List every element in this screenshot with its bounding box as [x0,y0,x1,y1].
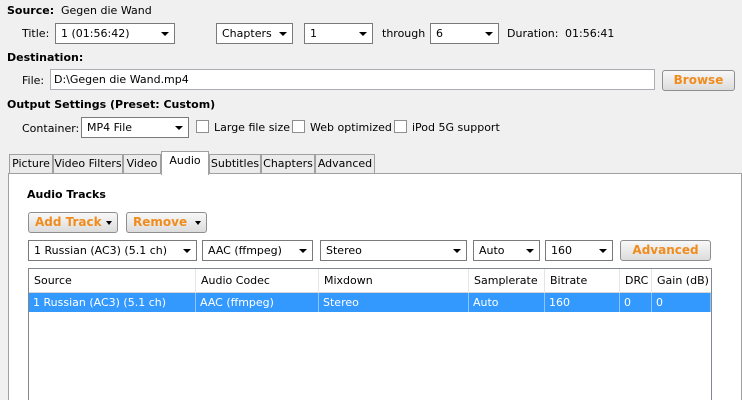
container-select[interactable]: MP4 File [81,117,189,138]
chevron-down-icon [195,221,201,225]
browse-button[interactable]: Browse [662,70,735,91]
audio-tracks-table[interactable]: Source Audio Codec Mixdown Samplerate Bi… [28,268,712,400]
cell-samplerate: Auto [469,293,545,312]
cell-bitrate: 160 [545,293,620,312]
chevron-down-icon [183,249,191,253]
cell-gain: 0 [652,293,711,312]
source-name: Gegen die Wand [61,4,152,17]
audio-codec-select[interactable]: AAC (ffmpeg) [202,240,313,261]
audio-track-value: 1 Russian (AC3) (5.1 ch) [34,244,168,257]
range-type-value: Chapters [222,27,272,40]
audio-tracks-heading: Audio Tracks [27,188,106,201]
audio-codec-value: AAC (ffmpeg) [208,244,282,257]
large-file-label: Large file size [214,121,291,134]
tab-subtitles[interactable]: Subtitles [209,154,261,173]
cell-audio-codec: AAC (ffmpeg) [196,293,319,312]
cell-source: 1 Russian (AC3) (5.1 ch) [29,293,196,312]
title-select[interactable]: 1 (01:56:42) [55,23,175,44]
range-type-select[interactable]: Chapters [216,23,293,44]
column-header-audio-codec[interactable]: Audio Codec [196,269,319,293]
range-start-select[interactable]: 1 [304,23,373,44]
file-label: File: [22,74,45,87]
audio-track-select[interactable]: 1 Russian (AC3) (5.1 ch) [28,240,197,261]
web-optimized-checkbox[interactable] [292,120,305,133]
tab-audio[interactable]: Audio [161,151,209,175]
mixdown-select[interactable]: Stereo [320,240,467,261]
column-header-gain[interactable]: Gain (dB) [652,269,711,293]
remove-label: Remove [133,215,188,229]
chevron-down-icon [279,32,287,36]
cell-mixdown: Stereo [319,293,469,312]
samplerate-select[interactable]: Auto [473,240,540,261]
chevron-down-icon [161,32,169,36]
chevron-down-icon [299,249,307,253]
chevron-down-icon [175,126,183,130]
file-path-input[interactable]: D:\Gegen die Wand.mp4 [50,69,655,90]
column-header-bitrate[interactable]: Bitrate [545,269,620,293]
bitrate-value: 160 [551,244,572,257]
chevron-down-icon [599,249,607,253]
through-label: through [382,27,426,40]
large-file-checkbox[interactable] [196,120,209,133]
chevron-down-icon [526,249,534,253]
tab-video-filters[interactable]: Video Filters [53,154,123,173]
source-heading: Source: [7,4,55,17]
ipod-support-label: iPod 5G support [412,121,500,134]
range-end-select[interactable]: 6 [430,23,499,44]
destination-heading: Destination: [7,51,84,64]
column-header-mixdown[interactable]: Mixdown [319,269,469,293]
title-label: Title: [22,27,50,40]
tab-video[interactable]: Video [123,154,161,173]
chevron-down-icon [453,249,461,253]
container-value: MP4 File [87,121,133,134]
tab-picture[interactable]: Picture [9,154,53,173]
range-start-value: 1 [310,27,317,40]
add-track-label: Add Track [35,215,102,229]
samplerate-value: Auto [479,244,505,257]
bitrate-select[interactable]: 160 [545,240,613,261]
tab-chapters[interactable]: Chapters [261,154,315,173]
cell-drc: 0 [620,293,652,312]
ipod-support-checkbox[interactable] [394,120,407,133]
remove-button[interactable]: Remove [126,212,207,233]
web-optimized-label: Web optimized [310,121,392,134]
tab-advanced[interactable]: Advanced [315,154,375,173]
container-label: Container: [22,122,80,135]
audio-advanced-button[interactable]: Advanced [620,240,711,261]
add-track-button[interactable]: Add Track [28,212,118,233]
duration-label: Duration: [507,27,559,40]
mixdown-value: Stereo [326,244,362,257]
column-header-source[interactable]: Source [29,269,196,293]
column-header-samplerate[interactable]: Samplerate [469,269,545,293]
chevron-down-icon [359,32,367,36]
output-settings-heading: Output Settings (Preset: Custom) [7,98,216,111]
chevron-down-icon [106,221,112,225]
table-row[interactable]: 1 Russian (AC3) (5.1 ch) AAC (ffmpeg) St… [29,293,711,312]
duration-value: 01:56:41 [565,27,615,40]
range-end-value: 6 [436,27,443,40]
table-header: Source Audio Codec Mixdown Samplerate Bi… [29,269,711,293]
chevron-down-icon [485,32,493,36]
title-select-value: 1 (01:56:42) [61,27,130,40]
column-header-drc[interactable]: DRC [620,269,652,293]
